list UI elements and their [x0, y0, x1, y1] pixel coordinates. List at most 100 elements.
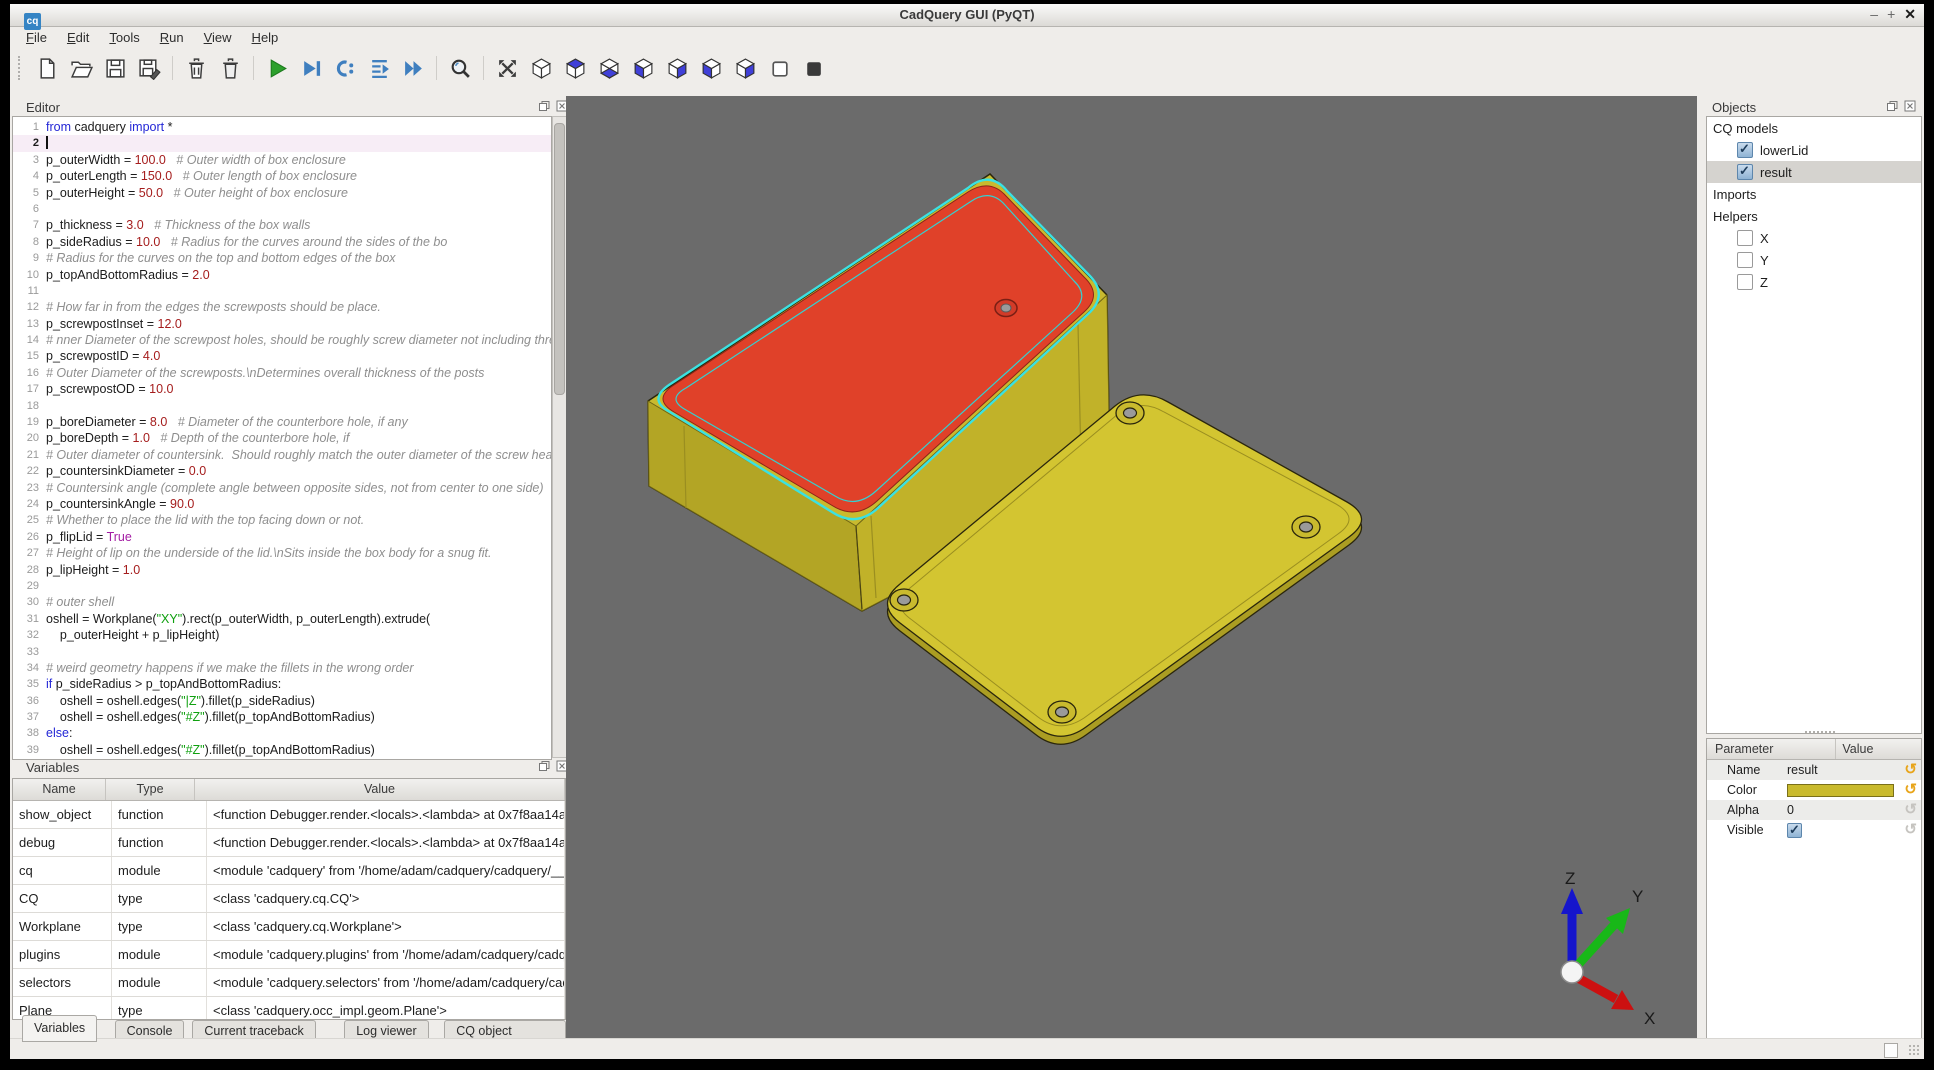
objects-close-icon[interactable]: [1904, 100, 1918, 113]
step-button[interactable]: [328, 53, 362, 83]
title-bar[interactable]: CadQuery GUI (PyQT) – + ✕: [10, 4, 1924, 27]
code-editor[interactable]: 1from cadquery import *23p_outerWidth = …: [12, 116, 552, 760]
column-header-name[interactable]: Name: [13, 779, 106, 800]
color-swatch[interactable]: [1787, 784, 1894, 797]
param-row-visible: Visible↺: [1707, 820, 1921, 840]
editor-scrollbar-thumb[interactable]: [554, 123, 565, 395]
code-line-6: 6: [13, 201, 551, 217]
toolbar-separator: [483, 56, 484, 80]
checkbox-z[interactable]: [1737, 274, 1753, 290]
editor-scrollbar[interactable]: [552, 116, 567, 758]
checkbox-result[interactable]: [1737, 164, 1753, 180]
code-line-39: 39 oshell = oshell.edges("#Z").fillet(p_…: [13, 742, 551, 758]
delete-icon: [219, 57, 242, 80]
checkbox-lowerlid[interactable]: [1737, 142, 1753, 158]
menu-file[interactable]: File: [16, 28, 57, 47]
objects-float-icon[interactable]: [1886, 100, 1900, 113]
tree-item-result[interactable]: result: [1707, 161, 1921, 183]
tree-item-z[interactable]: Z: [1707, 271, 1921, 293]
run-button[interactable]: [260, 53, 294, 83]
open-file-button[interactable]: [64, 53, 98, 83]
tree-item-helpers[interactable]: Helpers: [1707, 205, 1921, 227]
code-line-15: 15p_screwpostID = 4.0: [13, 348, 551, 364]
continue-button[interactable]: [396, 53, 430, 83]
code-line-21: 21# Outer diameter of countersink. Shoul…: [13, 447, 551, 463]
variable-row[interactable]: cqmodule<module 'cadquery' from '/home/a…: [13, 857, 565, 885]
clear-button[interactable]: [179, 53, 213, 83]
3d-viewport[interactable]: Z Y X: [566, 96, 1697, 1038]
variable-row[interactable]: debugfunction<function Debugger.render.<…: [13, 829, 565, 857]
save-as-icon: [138, 57, 161, 80]
code-line-17: 17p_screwpostOD = 10.0: [13, 381, 551, 397]
debug-button[interactable]: [294, 53, 328, 83]
view-top-button[interactable]: [558, 53, 592, 83]
code-line-3: 3p_outerWidth = 100.0 # Outer width of b…: [13, 152, 551, 168]
parameters-header: Parameter Value: [1707, 739, 1921, 760]
toolbar-separator: [253, 56, 254, 80]
search-button[interactable]: [443, 53, 477, 83]
view-bottom-button[interactable]: [592, 53, 626, 83]
menu-edit[interactable]: Edit: [57, 28, 99, 47]
toolbar-handle[interactable]: [18, 56, 24, 80]
view-left-icon: [700, 57, 723, 80]
variable-row[interactable]: pluginsmodule<module 'cadquery.plugins' …: [13, 941, 565, 969]
variable-row[interactable]: show_objectfunction<function Debugger.re…: [13, 801, 565, 829]
code-line-38: 38else:: [13, 725, 551, 741]
delete-button[interactable]: [213, 53, 247, 83]
continue-icon: [402, 57, 425, 80]
menu-view[interactable]: View: [194, 28, 242, 47]
new-file-button[interactable]: [30, 53, 64, 83]
code-line-29: 29: [13, 578, 551, 594]
close-button[interactable]: ✕: [1904, 6, 1916, 24]
tree-item-y[interactable]: Y: [1707, 249, 1921, 271]
menu-run[interactable]: Run: [150, 28, 194, 47]
maximize-button[interactable]: +: [1887, 6, 1895, 24]
column-header-type[interactable]: Type: [106, 779, 195, 800]
column-header-value[interactable]: Value: [195, 779, 565, 800]
display-shaded-button[interactable]: [796, 53, 830, 83]
variables-float-icon[interactable]: [538, 760, 552, 773]
code-line-2: 2: [13, 135, 551, 151]
progress-widget: [1884, 1043, 1898, 1058]
view-front-button[interactable]: [626, 53, 660, 83]
open-file-icon: [70, 57, 93, 80]
tree-item-x[interactable]: X: [1707, 227, 1921, 249]
save-button[interactable]: [98, 53, 132, 83]
checkbox-y[interactable]: [1737, 252, 1753, 268]
checkbox-x[interactable]: [1737, 230, 1753, 246]
display-wireframe-button[interactable]: [762, 53, 796, 83]
objects-dock-title: Objects: [1712, 100, 1756, 115]
tab-variables[interactable]: Variables: [22, 1015, 97, 1042]
save-as-button[interactable]: [132, 53, 166, 83]
parameters-panel: Parameter Value Nameresult↺Color↺Alpha0↺…: [1706, 738, 1922, 1040]
editor-float-icon[interactable]: [538, 100, 552, 113]
variable-row[interactable]: selectorsmodule<module 'cadquery.selecto…: [13, 969, 565, 997]
fit-view-button[interactable]: [490, 53, 524, 83]
variable-row[interactable]: CQtype<class 'cadquery.cq.CQ'>: [13, 885, 565, 913]
variables-table: NameTypeValue show_objectfunction<functi…: [12, 778, 566, 1020]
value-column-header: Value: [1835, 739, 1873, 759]
minimize-button[interactable]: –: [1870, 6, 1878, 24]
search-icon: [449, 57, 472, 80]
tree-item-lowerlid[interactable]: lowerLid: [1707, 139, 1921, 161]
undo-icon[interactable]: ↺: [1904, 780, 1917, 800]
code-line-19: 19p_boreDiameter = 8.0 # Diameter of the…: [13, 414, 551, 430]
code-line-30: 30# outer shell: [13, 594, 551, 610]
tree-item-imports[interactable]: Imports: [1707, 183, 1921, 205]
menu-tools[interactable]: Tools: [99, 28, 149, 47]
menu-help[interactable]: Help: [242, 28, 289, 47]
view-iso-button[interactable]: [524, 53, 558, 83]
code-line-10: 10p_topAndBottomRadius = 2.0: [13, 267, 551, 283]
step-into-button[interactable]: [362, 53, 396, 83]
y-axis-label: Y: [1632, 887, 1643, 906]
view-left-button[interactable]: [694, 53, 728, 83]
variable-row[interactable]: Workplanetype<class 'cadquery.cq.Workpla…: [13, 913, 565, 941]
tree-item-cq models[interactable]: CQ models: [1707, 117, 1921, 139]
app-icon: cq: [24, 13, 41, 30]
visible-checkbox[interactable]: [1787, 823, 1802, 838]
undo-icon[interactable]: ↺: [1904, 760, 1917, 780]
view-right-button[interactable]: [728, 53, 762, 83]
view-back-button[interactable]: [660, 53, 694, 83]
code-line-37: 37 oshell = oshell.edges("#Z").fillet(p_…: [13, 709, 551, 725]
resize-grip[interactable]: [1908, 1044, 1920, 1056]
